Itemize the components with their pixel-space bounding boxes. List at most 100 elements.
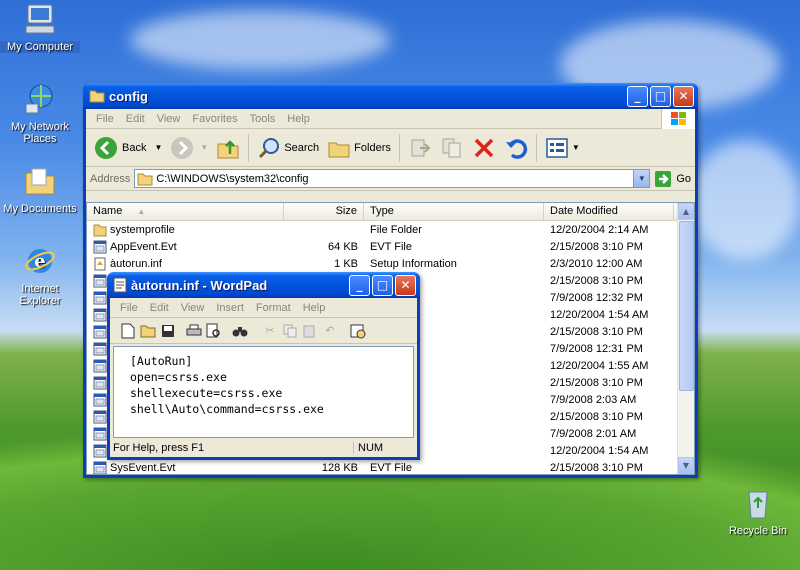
forward-button[interactable]: ▼ [166, 134, 212, 162]
menu-file[interactable]: File [114, 302, 144, 314]
file-icon [93, 376, 107, 389]
wordpad-window: àutorun.inf - WordPad _ □ ✕ File Edit Vi… [107, 272, 420, 460]
table-row[interactable]: systemprofile File Folder 12/20/2004 2:14 … [87, 221, 677, 238]
chevron-down-icon[interactable]: ▼ [633, 170, 650, 187]
minimize-button[interactable]: _ [349, 274, 370, 296]
sort-arrow-icon: ▲ [137, 207, 146, 216]
search-button[interactable]: Search [253, 134, 323, 162]
copy-icon [283, 324, 297, 337]
new-document-button[interactable] [118, 321, 138, 340]
delete-button[interactable] [468, 134, 500, 162]
views-button[interactable]: ▼ [541, 134, 584, 162]
desktop-icon-my-computer[interactable]: My Computer [0, 2, 80, 53]
menu-insert[interactable]: Insert [210, 302, 250, 314]
menu-help[interactable]: Help [281, 113, 316, 125]
menu-edit[interactable]: Edit [120, 113, 151, 125]
window-title: àutorun.inf - WordPad [131, 277, 268, 293]
file-icon [93, 444, 107, 457]
internet-explorer-icon: e [25, 249, 55, 273]
folder-icon [93, 224, 107, 236]
menu-help[interactable]: Help [297, 302, 332, 314]
cell-date: 2/15/2008 3:10 PM [550, 274, 643, 287]
desktop-icon-internet-explorer[interactable]: e Internet Explorer [0, 244, 80, 307]
close-button[interactable]: ✕ [395, 274, 416, 296]
vertical-scrollbar[interactable]: ▲ ▼ [677, 203, 694, 474]
desktop-icon-recycle-bin[interactable]: Recycle Bin [718, 486, 798, 537]
resize-grip[interactable] [393, 441, 417, 455]
window-title: config [109, 88, 148, 104]
status-help-text: For Help, press F1 [113, 442, 205, 454]
undo-button[interactable] [500, 134, 532, 162]
column-header-date[interactable]: Date Modified [544, 203, 674, 220]
chevron-down-icon[interactable]: ▼ [154, 143, 162, 152]
print-button[interactable] [184, 321, 204, 340]
menu-favorites[interactable]: Favorites [186, 113, 243, 125]
back-button[interactable]: Back ▼ [90, 134, 166, 162]
status-num-indicator: NUM [353, 442, 393, 454]
close-button[interactable]: ✕ [673, 85, 694, 107]
cut-button[interactable]: ✂ [260, 321, 280, 340]
cell-name: àutorun.inf [87, 257, 284, 271]
copy-button[interactable] [280, 321, 300, 340]
datetime-icon [350, 324, 366, 338]
desktop-icon-my-network-places[interactable]: My Network Places [0, 82, 80, 145]
go-arrow-icon [655, 170, 672, 187]
save-button[interactable] [158, 321, 178, 340]
move-to-button[interactable] [404, 134, 436, 162]
column-header-name[interactable]: Name ▲ [87, 203, 284, 220]
cell-date: 7/9/2008 12:31 PM [550, 342, 643, 355]
open-button[interactable] [138, 321, 158, 340]
folders-label: Folders [354, 141, 391, 154]
menu-view[interactable]: View [175, 302, 211, 314]
scroll-up-button[interactable]: ▲ [678, 203, 694, 220]
menu-file[interactable]: File [90, 113, 120, 125]
print-preview-button[interactable] [204, 321, 224, 340]
file-icon [93, 410, 107, 423]
cell-size: 1 KB [334, 257, 358, 270]
cell-name: AppEvent.Evt [87, 240, 284, 254]
menu-view[interactable]: View [151, 113, 187, 125]
cell-date: 2/15/2008 3:10 PM [550, 325, 643, 338]
windows-logo-icon [661, 108, 695, 129]
folders-button[interactable]: Folders [323, 134, 395, 162]
document-text-area[interactable]: [AutoRun] open=csrss.exe shellexecute=cs… [113, 346, 414, 438]
paste-button[interactable] [300, 321, 320, 340]
file-icon [93, 308, 107, 321]
address-input[interactable]: C:\WINDOWS\system32\config ▼ [134, 169, 651, 188]
cell-date: 2/15/2008 3:10 PM [550, 240, 643, 253]
find-button[interactable] [230, 321, 250, 340]
undo-button[interactable]: ↶ [320, 321, 340, 340]
scroll-thumb[interactable] [679, 221, 694, 391]
paste-icon [303, 325, 315, 337]
table-row[interactable]: AppEvent.Evt 64 KB EVT File 2/15/2008 3:10 … [87, 238, 677, 255]
cell-type: EVT File [370, 240, 412, 253]
scroll-down-button[interactable]: ▼ [678, 457, 694, 474]
wordpad-titlebar[interactable]: àutorun.inf - WordPad _ □ ✕ [107, 272, 420, 298]
explorer-titlebar[interactable]: config _ □ ✕ [83, 83, 698, 109]
cell-date: 2/3/2010 12:00 AM [550, 257, 643, 270]
insert-object-button[interactable] [348, 321, 368, 340]
up-folder-button[interactable] [212, 134, 244, 162]
move-to-icon [411, 139, 431, 156]
copy-to-button[interactable] [436, 134, 468, 162]
column-header-size[interactable]: Size [284, 203, 364, 220]
desktop-icon-my-documents[interactable]: My Documents [0, 164, 80, 215]
menu-tools[interactable]: Tools [244, 113, 282, 125]
chevron-down-icon[interactable]: ▼ [572, 143, 580, 152]
delete-x-icon [474, 138, 494, 157]
file-icon [93, 240, 107, 253]
wordpad-menubar: File Edit View Insert Format Help [110, 298, 417, 318]
recycle-bin-icon [748, 491, 768, 519]
table-row[interactable]: àutorun.inf 1 KB Setup Information 2/3/2010… [87, 255, 677, 272]
minimize-button[interactable]: _ [627, 85, 648, 107]
forward-arrow-icon [171, 136, 194, 159]
menu-edit[interactable]: Edit [144, 302, 175, 314]
copy-to-icon [442, 138, 461, 157]
go-button[interactable]: Go [654, 170, 691, 188]
menu-format[interactable]: Format [250, 302, 297, 314]
maximize-button[interactable]: □ [650, 85, 671, 107]
maximize-button[interactable]: □ [372, 274, 393, 296]
table-row[interactable]: SysEvent.Evt 128 KB EVT File 2/15/2008 3:10… [87, 459, 677, 474]
file-icon [93, 342, 107, 355]
column-header-type[interactable]: Type [364, 203, 544, 220]
